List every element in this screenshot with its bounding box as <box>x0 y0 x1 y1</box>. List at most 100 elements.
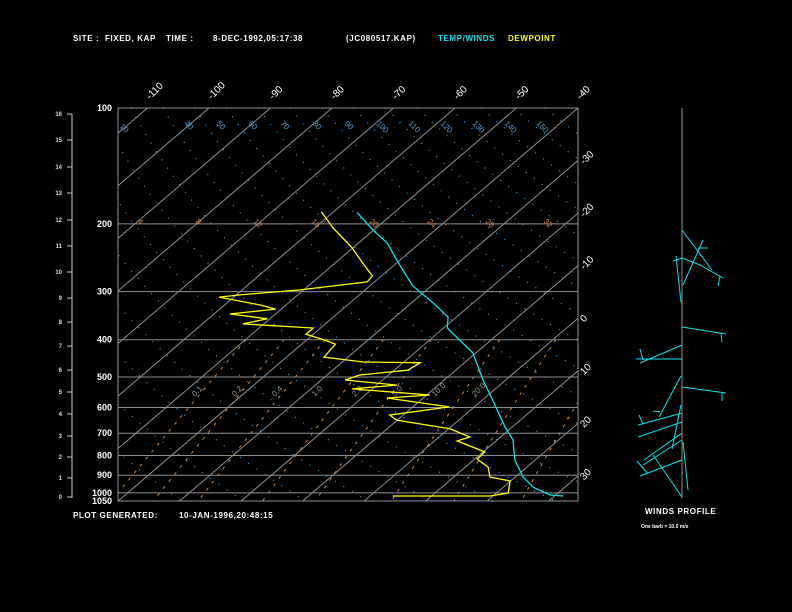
pressure-tick-label: 600 <box>97 402 112 412</box>
height-tick-label: 1 <box>59 476 63 482</box>
pressure-tick-label: 1050 <box>92 496 112 506</box>
dry-adiabat-line <box>194 108 578 425</box>
height-tick-label: 0 <box>59 495 63 501</box>
height-tick-label: 2 <box>59 455 63 461</box>
mixing-ratio-label: 0.2 <box>230 384 245 399</box>
mixing-ratio-line <box>261 339 384 501</box>
axis-labels: 1002003004005006007008009001000105001234… <box>55 80 596 506</box>
height-tick-label: 6 <box>59 368 63 374</box>
skewt-chart: 1002003004005006007008009001000105001234… <box>0 34 792 530</box>
isotherm-top-label: -80 <box>329 84 347 102</box>
mixing-ratio-line <box>152 339 285 501</box>
moist-adiabat-label: 4 <box>136 217 146 227</box>
isotherm-line <box>0 108 25 501</box>
dry-adiabat-line <box>289 108 578 342</box>
height-tick-label: 9 <box>59 296 63 302</box>
moist-adiabat-label: 32 <box>542 217 555 230</box>
isotherm-right-label: -20 <box>578 201 596 219</box>
isotherm-line <box>425 370 578 501</box>
isotherm-top-label: -100 <box>206 80 228 102</box>
mixing-ratio-label: 0.4 <box>270 384 285 399</box>
mixing-ratio-line <box>118 339 247 494</box>
isotherm-line <box>118 108 333 292</box>
pressure-tick-label: 700 <box>97 428 112 438</box>
legend-dewpoint: DEWPOINT <box>508 34 556 43</box>
height-tick-label: 10 <box>55 270 62 276</box>
dry-adiabat-line <box>118 200 494 501</box>
winds-profile-title: WINDS PROFILE <box>645 507 716 516</box>
isotherm-line <box>240 212 578 501</box>
dry-adiabat-line <box>118 402 244 501</box>
adiabat-label: 90 <box>343 119 356 132</box>
dry-adiabat-line <box>608 108 792 501</box>
height-tick-label: 13 <box>55 191 62 197</box>
mixing-ratio-line <box>520 400 578 501</box>
height-tick-label: 16 <box>55 112 62 118</box>
mixing-ratio-label: 0.1 <box>190 384 205 399</box>
isotherm-line <box>118 108 271 239</box>
isotherm-line <box>0 108 86 501</box>
site-value: FIXED, KAP <box>105 34 156 43</box>
moist-adiabat-label: 28 <box>484 217 497 230</box>
isotherm-line <box>118 108 517 450</box>
height-tick-label: 12 <box>55 218 62 224</box>
dry-adiabat-line <box>576 108 578 110</box>
pressure-tick-label: 100 <box>97 103 112 113</box>
dry-adiabat-line <box>162 108 578 454</box>
mixing-ratio-line <box>314 339 432 501</box>
dewpoint-trace <box>218 211 511 497</box>
isotherm-line <box>118 108 578 501</box>
pressure-tick-label: 800 <box>97 451 112 461</box>
pressure-tick-label: 400 <box>97 335 112 345</box>
time-label: TIME : <box>166 34 194 43</box>
dry-adiabat-line <box>118 143 556 501</box>
isotherm-right-label: 10 <box>578 362 594 378</box>
isotherm-right-label: -30 <box>578 149 596 167</box>
dry-adiabat-line <box>257 108 578 369</box>
isotherm-line <box>118 108 210 187</box>
dry-adiabat-line <box>448 108 578 211</box>
height-tick-label: 3 <box>59 434 63 440</box>
adiabat-label: 50 <box>215 119 228 132</box>
isotherm-top-label: -110 <box>144 80 166 102</box>
dry-adiabat-line <box>385 108 578 262</box>
dry-adiabat-line <box>130 108 578 483</box>
dry-adiabat-line <box>118 451 182 501</box>
sounding-traces <box>218 211 564 497</box>
dry-adiabat-line <box>321 108 578 315</box>
pressure-tick-label: 500 <box>97 372 112 382</box>
dry-adiabat-line <box>672 108 792 501</box>
plot-generated-label: PLOT GENERATED: <box>73 511 158 520</box>
temperature-trace <box>356 212 564 497</box>
time-value: 8-DEC-1992,05:17:38 <box>213 34 303 43</box>
height-tick-label: 7 <box>59 344 63 350</box>
dry-adiabat-line <box>640 108 792 501</box>
winds-profile <box>636 108 727 498</box>
adiabat-label: 120 <box>439 119 455 135</box>
mixing-ratio-line <box>453 339 557 501</box>
height-tick-label: 15 <box>55 138 62 144</box>
isotherm-line <box>302 265 578 501</box>
isotherm-top-label: -60 <box>452 84 470 102</box>
moist-adiabat-label: 16 <box>310 217 323 230</box>
adiabat-label: 80 <box>311 119 324 132</box>
height-tick-label: 5 <box>59 390 63 396</box>
adiabat-label: 140 <box>503 119 519 135</box>
isotherm-right-label: -10 <box>578 254 596 272</box>
adiabat-label: 110 <box>407 119 423 135</box>
file-name: (JC080517.KAP) <box>346 34 416 43</box>
winds-barb-note: One barb = 10.0 m/s <box>641 524 689 530</box>
isotherm-top-label: -90 <box>267 84 285 102</box>
height-tick-label: 4 <box>59 412 63 418</box>
legend-temp-winds: TEMP/WINDS <box>438 34 495 43</box>
adiabat-label: 60 <box>247 119 260 132</box>
isotherm-right-label: 0 <box>578 313 590 325</box>
mixing-ratio-label: 10.0 <box>430 381 448 399</box>
adiabat-label: 70 <box>279 119 292 132</box>
pressure-tick-label: 300 <box>97 287 112 297</box>
site-label: SITE : <box>73 34 99 43</box>
dry-adiabat-line <box>480 108 578 185</box>
mixing-ratio-label: 2.0 <box>350 384 365 399</box>
isotherm-right-label: 20 <box>578 414 594 430</box>
mixing-ratio-line <box>390 339 501 501</box>
